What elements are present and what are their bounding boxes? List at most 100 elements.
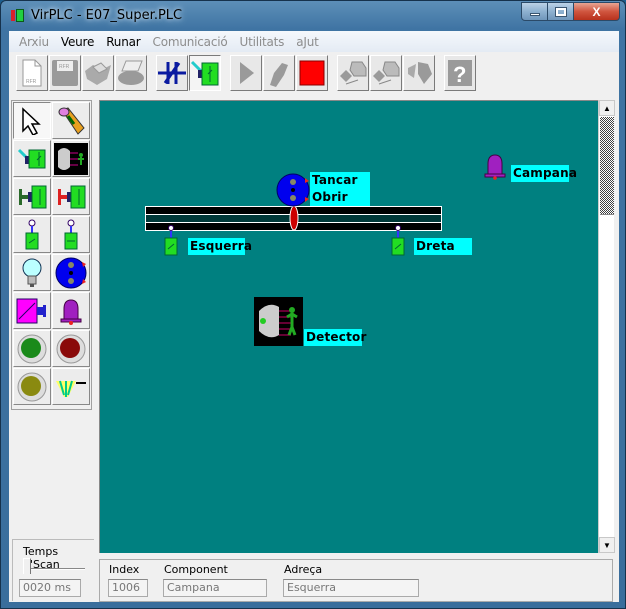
floppy-disk-icon: RFR (52, 60, 78, 86)
scan-time-group: Temps d'Scan 0020 ms (12, 539, 94, 601)
component-palette (11, 100, 92, 410)
bell-icon (484, 154, 506, 180)
index-label: Index (109, 563, 140, 576)
light-bulb-icon (22, 258, 42, 287)
motor-label-obrir[interactable]: Obrir (310, 189, 370, 206)
tool-push-button-red[interactable] (52, 178, 90, 215)
ladder-contact-icon (158, 62, 186, 84)
close-icon: X (592, 4, 601, 19)
tool-yellow-pilot[interactable] (13, 368, 51, 405)
open-button[interactable] (82, 55, 114, 91)
stop-button[interactable] (296, 55, 328, 91)
component-label: Component (164, 563, 228, 576)
scroll-thumb[interactable] (600, 117, 614, 215)
menu-comunicacio[interactable]: Comunicació (147, 35, 234, 49)
scan-time-field: 0020 ms (19, 579, 81, 597)
arrow-down-icon: ▼ (603, 540, 611, 550)
close-button[interactable]: X (574, 2, 620, 21)
presence-detector-icon (259, 304, 298, 338)
tool-pointer[interactable] (13, 102, 51, 139)
scan-time-slider[interactable] (13, 556, 93, 578)
simulation-view-button[interactable] (189, 55, 221, 91)
menu-bar: Arxiu Veure Runar Comunicació Utilitats … (9, 31, 619, 52)
menu-veure[interactable]: Veure (55, 35, 100, 49)
limit-switch-icon (391, 225, 405, 256)
address-label: Adreça (284, 563, 323, 576)
bell-component[interactable] (484, 153, 506, 184)
arrow-pointer-icon (22, 106, 41, 135)
step-button[interactable] (263, 55, 295, 91)
help-button[interactable]: ? (444, 55, 476, 91)
index-field: 1006 (108, 579, 148, 597)
upload-button[interactable] (337, 55, 369, 91)
maximize-button[interactable] (548, 2, 574, 21)
new-file-button[interactable]: RFR (16, 55, 48, 91)
limit-switch-icon (25, 219, 39, 249)
menu-arxiu[interactable]: Arxiu (13, 35, 55, 49)
limit-switch-icon (64, 219, 78, 249)
minimize-button[interactable] (521, 2, 548, 21)
client-area: Arxiu Veure Runar Comunicació Utilitats … (9, 31, 619, 602)
right-switch-label[interactable]: Dreta (414, 238, 472, 255)
tool-red-pilot[interactable] (52, 330, 90, 367)
menu-ajut[interactable]: aJut (290, 35, 324, 49)
address-field: Esquerra (283, 579, 419, 597)
menu-runar[interactable]: Runar (100, 35, 146, 49)
presence-detector-component[interactable] (254, 297, 303, 346)
svg-text:?: ? (453, 62, 466, 87)
stop-icon (299, 60, 325, 86)
tool-limit-switch-nc[interactable] (13, 216, 51, 253)
maximize-icon (554, 6, 567, 17)
disconnect-button[interactable] (403, 55, 435, 91)
motor-label-tancar[interactable]: Tancar (310, 172, 370, 189)
slider-thumb[interactable] (23, 558, 31, 574)
run-button[interactable] (230, 55, 262, 91)
help-icon: ? (448, 60, 472, 87)
tool-wire[interactable] (52, 102, 90, 139)
app-icon (11, 9, 25, 22)
minimize-icon (529, 13, 540, 16)
scroll-down-button[interactable]: ▼ (599, 537, 615, 553)
status-area: Temps d'Scan 0020 ms Index 1006 Componen… (9, 539, 619, 602)
left-switch-label[interactable]: Esquerra (188, 238, 252, 255)
tool-lamp[interactable] (13, 254, 51, 291)
component-info-panel: Index 1006 Component Campana Adreça Esqu… (99, 559, 613, 602)
level-sensor-icon (56, 380, 86, 397)
ladder-editor-button[interactable] (156, 55, 188, 91)
print-button[interactable] (115, 55, 147, 91)
presence-detector-icon (54, 142, 88, 175)
printer-icon (118, 60, 144, 85)
title-bar[interactable]: VirPLC - E07_Super.PLC X (1, 1, 626, 31)
toolbar: RFR RFR ? (9, 52, 619, 96)
tool-level-sensor[interactable] (52, 368, 90, 405)
motor-icon (276, 173, 310, 207)
menu-utilitats[interactable]: Utilitats (234, 35, 291, 49)
scroll-up-button[interactable]: ▲ (599, 100, 615, 116)
detector-label[interactable]: Detector (304, 329, 366, 346)
toggle-switch-icon (17, 148, 46, 168)
tool-solenoid[interactable] (13, 292, 51, 329)
tool-push-button-green[interactable] (13, 178, 51, 215)
left-limit-switch[interactable] (163, 225, 179, 260)
vertical-scrollbar[interactable]: ▲ ▼ (598, 100, 615, 553)
download-plc-icon (373, 61, 400, 85)
bell-label[interactable]: Campana (511, 165, 577, 182)
motor-component[interactable] (276, 173, 312, 212)
red-pushbutton-icon (58, 185, 86, 208)
app-window: VirPLC - E07_Super.PLC X Arxiu Veure Run… (0, 0, 626, 609)
save-button[interactable]: RFR (49, 55, 81, 91)
motor-icon (55, 257, 87, 288)
open-folder-icon (85, 62, 111, 85)
tool-presence-detector[interactable] (52, 140, 90, 177)
tool-bell[interactable] (52, 292, 90, 329)
right-limit-switch[interactable] (390, 225, 406, 260)
tool-toggle-switch[interactable] (13, 140, 51, 177)
tool-motor[interactable] (52, 254, 90, 291)
simulation-canvas[interactable]: Tancar Obrir Esquerra Dreta Campana Dete… (99, 100, 598, 553)
svg-text:RFR: RFR (26, 79, 37, 85)
tool-limit-switch-no[interactable] (52, 216, 90, 253)
green-pilot-light-icon (17, 334, 47, 363)
tool-green-pilot[interactable] (13, 330, 51, 367)
play-icon (240, 62, 254, 84)
download-button[interactable] (370, 55, 402, 91)
